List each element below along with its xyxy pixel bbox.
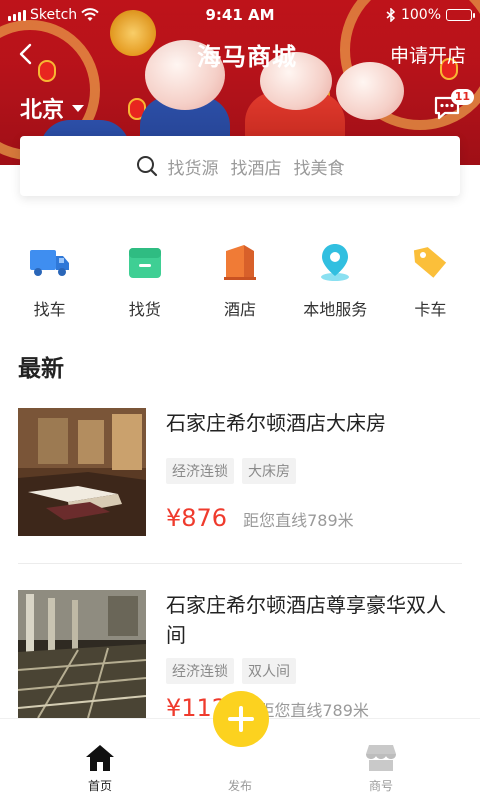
search-hint-food: 找美食: [293, 158, 345, 179]
search-hint-goods: 找货源: [167, 158, 219, 179]
location-pin-icon: [313, 240, 357, 284]
category-find-goods[interactable]: 找货: [97, 240, 192, 320]
hotel-room-photo: [18, 408, 146, 536]
listing-distance: 距您直线789米: [243, 511, 354, 530]
category-label: 找货: [128, 300, 161, 319]
home-icon: [83, 741, 117, 775]
tag-economy-chain: 经济连锁: [166, 658, 234, 684]
listing-title: 石家庄希尔顿酒店尊享豪华双人间: [166, 593, 446, 647]
tab-shop[interactable]: 商号: [333, 741, 429, 794]
tab-bar: 首页 发布 商号: [0, 691, 480, 800]
category-grid: 找车 找货 酒店 本地服务 卡车: [0, 240, 480, 320]
tag-room-type: 双人间: [242, 658, 296, 684]
battery-icon: [446, 9, 475, 21]
category-label: 找车: [33, 300, 66, 319]
store-icon: [364, 741, 398, 775]
category-find-car[interactable]: 找车: [2, 240, 97, 320]
wifi-icon: [81, 8, 99, 21]
search-input[interactable]: 找货源 找酒店 找美食: [20, 136, 460, 196]
chevron-left-icon: [19, 43, 32, 65]
tag-economy-chain: 经济连锁: [166, 458, 234, 484]
category-label: 酒店: [224, 300, 257, 319]
city-row: 北京 11: [0, 88, 480, 128]
bluetooth-icon: [386, 8, 396, 22]
tab-publish[interactable]: 发布: [192, 741, 288, 794]
listing-item[interactable]: 石家庄希尔顿酒店大床房 经济连锁 大床房 ¥876 距您直线789米: [18, 408, 462, 538]
tab-label: 商号: [368, 779, 393, 793]
carrier-label: Sketch: [30, 7, 78, 23]
city-selector[interactable]: 北京: [20, 92, 85, 124]
divider: [18, 563, 462, 564]
truck-icon: [28, 240, 72, 284]
category-label: 卡车: [414, 300, 447, 319]
price-tag-icon: [408, 240, 452, 284]
section-title: 最新: [18, 356, 64, 382]
city-name: 北京: [20, 98, 65, 123]
tag-room-type: 大床房: [242, 458, 296, 484]
tab-home[interactable]: 首页: [52, 741, 148, 794]
battery-percent: 100%: [400, 7, 441, 23]
message-count-badge: 11: [450, 89, 474, 105]
search-hint-hotel: 找酒店: [230, 158, 282, 179]
signal-icon: [8, 9, 26, 21]
back-button[interactable]: [0, 32, 44, 76]
category-local-service[interactable]: 本地服务: [288, 240, 383, 320]
apply-open-store-link[interactable]: 申请开店: [390, 41, 480, 68]
messages-button[interactable]: 11: [432, 89, 474, 123]
category-truck[interactable]: 卡车: [383, 240, 478, 320]
search-icon: [136, 156, 157, 177]
listing-price: ¥876: [166, 504, 228, 532]
status-time: 9:41 AM: [205, 6, 275, 24]
listing-title: 石家庄希尔顿酒店大床房: [166, 411, 386, 435]
caret-down-icon: [72, 104, 85, 112]
tab-label: 发布: [227, 779, 252, 793]
page-title: 海马商城: [196, 42, 297, 71]
hotel-lobby-photo: [18, 590, 146, 718]
category-hotel[interactable]: 酒店: [192, 240, 287, 320]
plus-icon: [228, 706, 254, 732]
nav-bar: 海马商城 申请开店: [0, 32, 480, 76]
publish-button[interactable]: [213, 691, 269, 747]
status-bar: Sketch 9:41 AM 100%: [0, 0, 480, 30]
category-label: 本地服务: [303, 300, 368, 319]
hotel-icon: [218, 240, 262, 284]
tab-label: 首页: [87, 779, 112, 793]
box-icon: [123, 240, 167, 284]
